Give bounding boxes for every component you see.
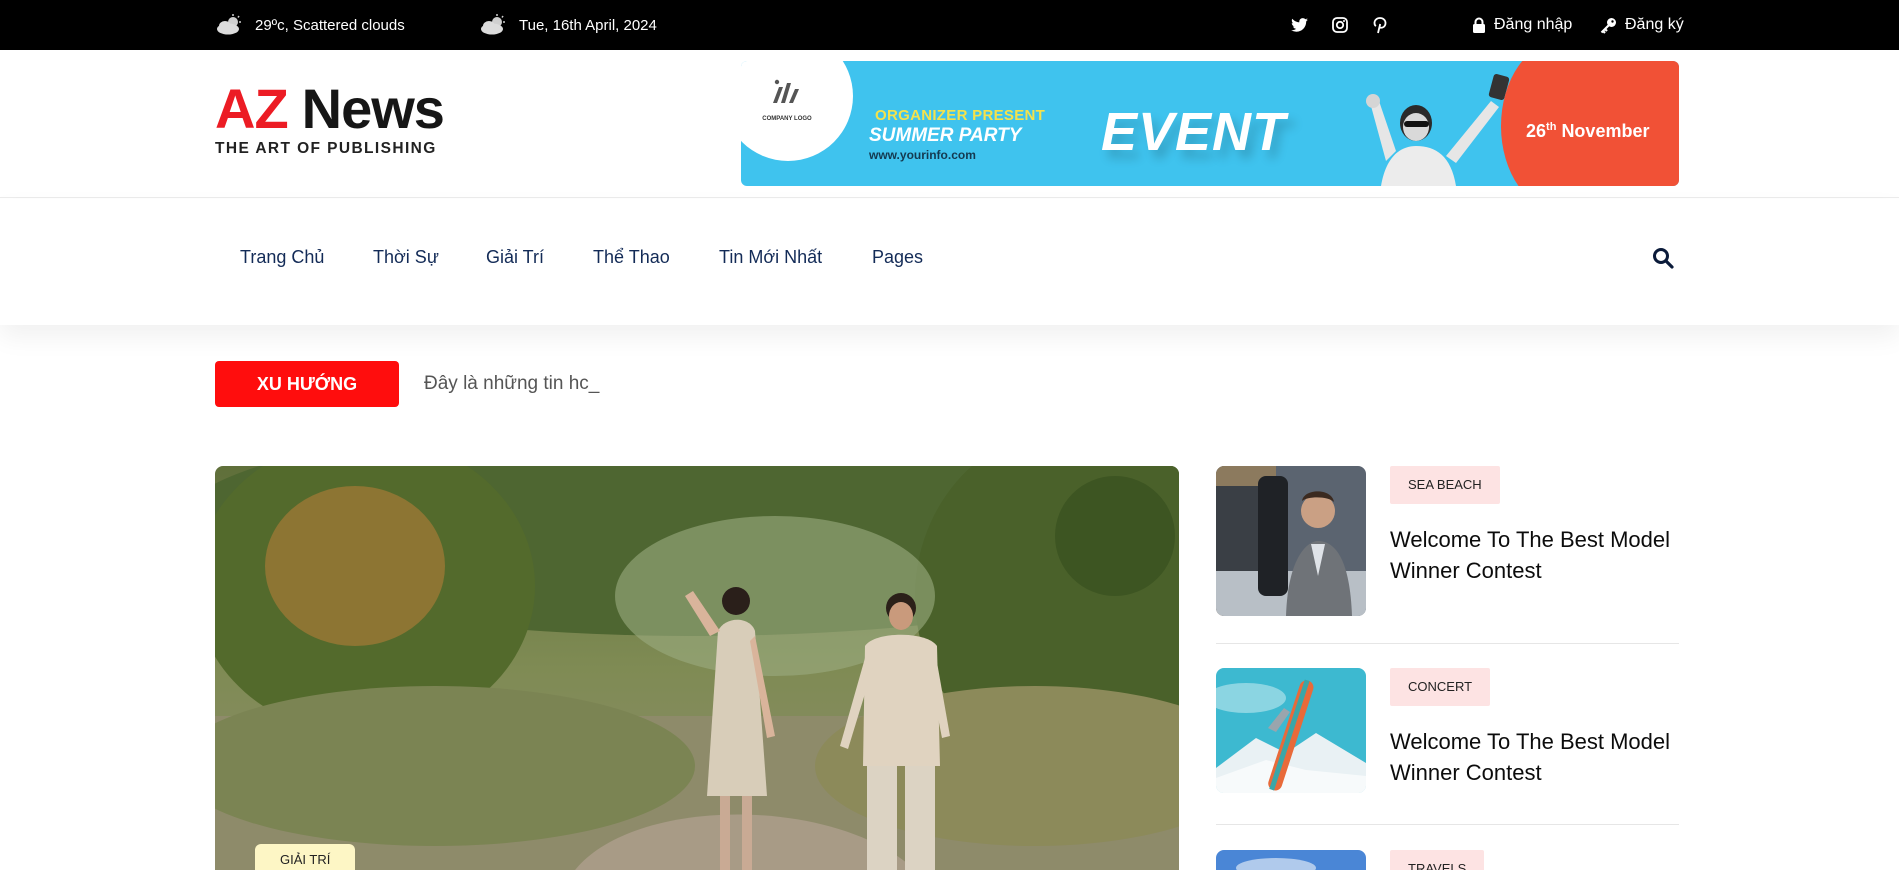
- featured-category-tag[interactable]: GIẢI TRÍ: [255, 844, 356, 870]
- banner-date-suffix: th: [1546, 121, 1557, 133]
- pinterest-icon: [1370, 15, 1390, 35]
- nav-item-thoi-su[interactable]: Thời Sự: [373, 247, 439, 268]
- key-icon: [1600, 17, 1617, 34]
- cloud-sun-icon: [215, 14, 245, 36]
- company-logo-icon: [773, 79, 799, 103]
- company-logo-text: COMPANY LOGO: [762, 116, 812, 122]
- company-logo: COMPANY LOGO: [751, 77, 823, 122]
- twitter-link[interactable]: [1289, 0, 1309, 50]
- logo-wordmark: AZ News: [215, 80, 455, 138]
- post-divider: [1216, 824, 1679, 825]
- trending-ticker[interactable]: Đây là những tin hc_: [424, 373, 599, 395]
- instagram-link[interactable]: [1330, 0, 1350, 50]
- sidebar-post: CONCERT Welcome To The Best Model Winner…: [1216, 668, 1679, 793]
- featured-photo: [215, 466, 1179, 870]
- banner-party: SUMMER PARTY: [869, 125, 1022, 146]
- post-thumbnail-image: [1216, 668, 1366, 793]
- post-category-tag[interactable]: TRAVELS: [1390, 850, 1485, 870]
- post-thumbnail-image: [1216, 466, 1366, 616]
- post-divider: [1216, 643, 1679, 644]
- event-banner-ad[interactable]: COMPANY LOGO ORGANIZER PRESENT SUMMER PA…: [741, 61, 1679, 186]
- weather-text: 29ºc, Scattered clouds: [255, 16, 405, 34]
- post-thumbnail[interactable]: [1216, 668, 1366, 793]
- nav-item-tin-moi-nhat[interactable]: Tin Mới Nhất: [719, 247, 822, 268]
- instagram-icon: [1330, 15, 1350, 35]
- search-icon: [1653, 248, 1674, 269]
- search-button[interactable]: [1652, 247, 1674, 269]
- banner-organizer: ORGANIZER PRESENT: [875, 107, 1046, 124]
- twitter-icon: [1289, 15, 1309, 35]
- top-bar: 29ºc, Scattered clouds Tue, 16th April, …: [0, 0, 1899, 50]
- post-category-tag[interactable]: CONCERT: [1390, 668, 1491, 706]
- post-category-tag[interactable]: SEA BEACH: [1390, 466, 1500, 504]
- nav-item-pages[interactable]: Pages: [872, 247, 923, 268]
- banner-date: 26th November: [1526, 121, 1649, 142]
- banner-date-month: November: [1561, 121, 1650, 141]
- trending-button[interactable]: XU HƯỚNG: [215, 361, 399, 407]
- banner-event: EVENT: [1101, 102, 1287, 162]
- sidebar-post: SEA BEACH Welcome To The Best Model Winn…: [1216, 466, 1679, 616]
- login-label: Đăng nhập: [1494, 16, 1573, 33]
- post-thumbnail-image: [1216, 850, 1366, 870]
- nav-item-giai-tri[interactable]: Giải Trí: [486, 247, 544, 268]
- nav-item-the-thao[interactable]: Thể Thao: [593, 247, 670, 268]
- featured-post-image[interactable]: GIẢI TRÍ: [215, 466, 1179, 870]
- logo-tagline: THE ART OF PUBLISHING: [215, 140, 437, 157]
- banner-date-day: 26: [1526, 121, 1547, 141]
- banner-url: www.yourinfo.com: [869, 148, 976, 162]
- date-text: Tue, 16th April, 2024: [519, 16, 657, 34]
- main-nav: Trang Chủ Thời Sự Giải Trí Thể Thao Tin …: [0, 199, 1899, 325]
- register-link[interactable]: Đăng ký: [1600, 0, 1684, 50]
- page: 29ºc, Scattered clouds Tue, 16th April, …: [0, 0, 1899, 870]
- logo-news: News: [301, 77, 445, 140]
- post-title[interactable]: Welcome To The Best Model Winner Contest: [1390, 524, 1680, 586]
- pinterest-link[interactable]: [1370, 0, 1390, 50]
- banner-person-image: [1366, 74, 1510, 186]
- date-info: Tue, 16th April, 2024: [479, 0, 657, 50]
- logo-az: AZ: [215, 77, 289, 140]
- cloud-sun-icon: [479, 14, 509, 36]
- login-link[interactable]: Đăng nhập: [1472, 0, 1572, 50]
- post-title[interactable]: Welcome To The Best Model Winner Contest: [1390, 726, 1680, 788]
- register-label: Đăng ký: [1625, 16, 1684, 33]
- post-thumbnail[interactable]: [1216, 466, 1366, 616]
- post-thumbnail[interactable]: [1216, 850, 1366, 870]
- nav-item-trang-chu[interactable]: Trang Chủ: [240, 247, 324, 268]
- site-logo[interactable]: AZ News THE ART OF PUBLISHING: [215, 80, 455, 165]
- lock-icon: [1472, 17, 1486, 34]
- weather-info: 29ºc, Scattered clouds: [215, 0, 405, 50]
- sidebar-post: TRAVELS: [1216, 850, 1679, 870]
